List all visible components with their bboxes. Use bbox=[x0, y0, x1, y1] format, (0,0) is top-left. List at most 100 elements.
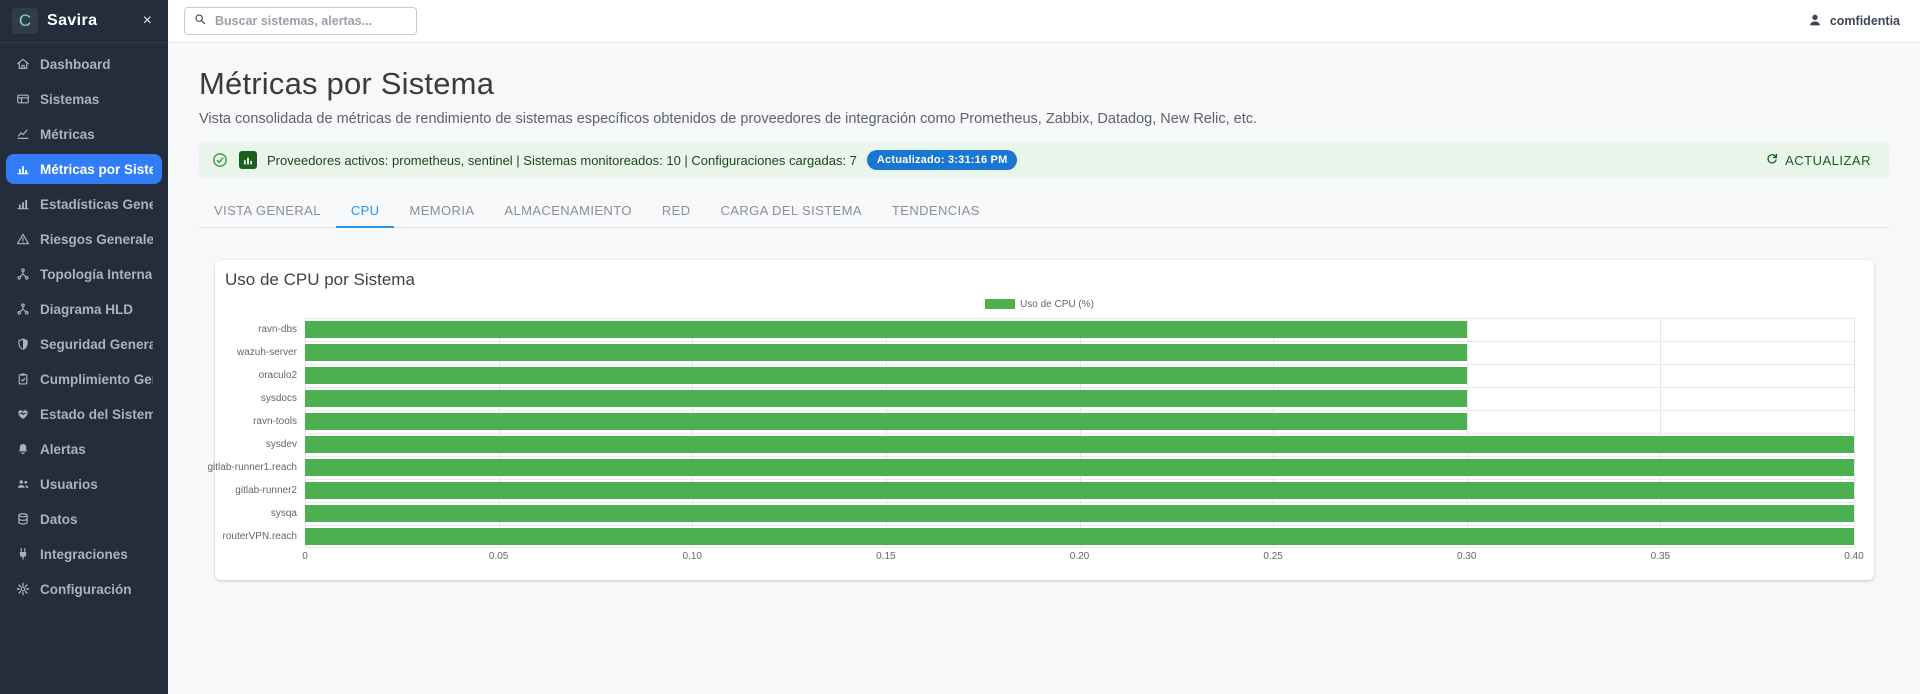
y-axis-labels: ravn-dbswazuh-serveroraculo2sysdocsravn-… bbox=[225, 318, 305, 548]
user-menu[interactable]: comfidentia bbox=[1807, 12, 1900, 31]
bar bbox=[305, 528, 1854, 545]
systems-icon bbox=[15, 92, 31, 106]
plug-icon bbox=[15, 547, 31, 561]
sidebar-item-label: Cumplimiento General bbox=[40, 372, 153, 387]
sidebar-item-sistemas[interactable]: Sistemas bbox=[6, 84, 162, 114]
refresh-button-label: ACTUALIZAR bbox=[1785, 153, 1871, 168]
sidebar-item-metricas[interactable]: Métricas bbox=[6, 119, 162, 149]
page-title: Métricas por Sistema bbox=[199, 66, 1889, 102]
sidebar-item-metricas-por-sistema[interactable]: Métricas por Sistema bbox=[6, 154, 162, 184]
sidebar-item-seguridad-general[interactable]: Seguridad General bbox=[6, 329, 162, 359]
home-icon bbox=[15, 57, 31, 71]
x-axis-tick: 0.40 bbox=[1844, 551, 1863, 562]
sidebar: C Savira × Dashboard Sistemas Métricas Métr… bbox=[0, 0, 168, 694]
refresh-button[interactable]: ACTUALIZAR bbox=[1759, 151, 1877, 170]
x-axis-tick: 0.25 bbox=[1263, 551, 1282, 562]
brand-name: Savira bbox=[47, 12, 130, 30]
sidebar-item-label: Métricas por Sistema bbox=[40, 162, 153, 177]
user-icon bbox=[1807, 12, 1823, 31]
gridline-horizontal bbox=[305, 456, 1854, 457]
bar bbox=[305, 367, 1467, 384]
clipboard-icon bbox=[15, 372, 31, 386]
tab-memoria[interactable]: MEMORIA bbox=[394, 194, 489, 228]
bar bbox=[305, 321, 1467, 338]
sidebar-item-cumplimiento-general[interactable]: Cumplimiento General bbox=[6, 364, 162, 394]
tab-vista-general[interactable]: VISTA GENERAL bbox=[199, 194, 336, 228]
users-icon bbox=[15, 477, 31, 491]
sidebar-item-label: Dashboard bbox=[40, 57, 111, 72]
sidebar-item-label: Sistemas bbox=[40, 92, 99, 107]
y-axis-label: ravn-dbs bbox=[225, 318, 305, 341]
user-name: comfidentia bbox=[1830, 14, 1900, 28]
status-bar: Proveedores activos: prometheus, sentine… bbox=[199, 142, 1889, 178]
sidebar-item-estadisticas-generales[interactable]: Estadísticas Generales bbox=[6, 189, 162, 219]
x-axis-tick: 0.15 bbox=[876, 551, 895, 562]
bell-icon bbox=[15, 442, 31, 456]
bar bbox=[305, 413, 1467, 430]
sidebar-item-label: Diagrama HLD bbox=[40, 302, 133, 317]
bar bbox=[305, 482, 1854, 499]
bar bbox=[305, 459, 1854, 476]
chart-area: ravn-dbswazuh-serveroraculo2sysdocsravn-… bbox=[225, 318, 1854, 548]
gridline-horizontal bbox=[305, 318, 1854, 319]
search-icon bbox=[193, 12, 207, 31]
sidebar-item-diagrama-hld[interactable]: Diagrama HLD bbox=[6, 294, 162, 324]
gridline-horizontal bbox=[305, 341, 1854, 342]
x-axis-tick: 0.30 bbox=[1457, 551, 1476, 562]
sidebar-item-label: Riesgos Generales bbox=[40, 232, 153, 247]
sidebar-item-label: Usuarios bbox=[40, 477, 98, 492]
y-axis-label: oraculo2 bbox=[225, 364, 305, 387]
sidebar-item-estado-del-sistema[interactable]: Estado del Sistema bbox=[6, 399, 162, 429]
sidebar-item-configuracion[interactable]: Configuración bbox=[6, 574, 162, 604]
sidebar-item-dashboard[interactable]: Dashboard bbox=[6, 49, 162, 79]
sidebar-item-alertas[interactable]: Alertas bbox=[6, 434, 162, 464]
y-axis-label: routerVPN.reach bbox=[225, 525, 305, 548]
shield-icon bbox=[15, 337, 31, 351]
gridline-horizontal bbox=[305, 433, 1854, 434]
gridline-horizontal bbox=[305, 479, 1854, 480]
sidebar-item-label: Seguridad General bbox=[40, 337, 153, 352]
tabs-bar: VISTA GENERALCPUMEMORIAALMACENAMIENTORED… bbox=[199, 194, 1889, 228]
sidebar-item-label: Estado del Sistema bbox=[40, 407, 153, 422]
bar bbox=[305, 505, 1854, 522]
search-input[interactable] bbox=[213, 13, 408, 29]
chart-card: Uso de CPU por Sistema Uso de CPU (%) ra… bbox=[215, 260, 1874, 580]
y-axis-label: gitlab-runner1.reach bbox=[225, 456, 305, 479]
search-box bbox=[184, 7, 417, 35]
gridline-horizontal bbox=[305, 410, 1854, 411]
sidebar-item-riesgos-generales[interactable]: Riesgos Generales bbox=[6, 224, 162, 254]
gridline-horizontal bbox=[305, 525, 1854, 526]
brand-logo-icon: C bbox=[12, 8, 38, 34]
sidebar-item-integraciones[interactable]: Integraciones bbox=[6, 539, 162, 569]
tab-almacenamiento[interactable]: ALMACENAMIENTO bbox=[489, 194, 646, 228]
updated-badge: Actualizado: 3:31:16 PM bbox=[867, 150, 1018, 170]
sidebar-item-usuarios[interactable]: Usuarios bbox=[6, 469, 162, 499]
legend-label: Uso de CPU (%) bbox=[1020, 299, 1094, 310]
sidebar-item-topologia-interna[interactable]: Topología Interna bbox=[6, 259, 162, 289]
y-axis-label: sysqa bbox=[225, 502, 305, 525]
gridline-horizontal bbox=[305, 364, 1854, 365]
chart-title: Uso de CPU por Sistema bbox=[225, 270, 1854, 290]
gridline-vertical bbox=[1854, 318, 1855, 548]
tab-cpu[interactable]: CPU bbox=[336, 194, 395, 228]
close-icon[interactable]: × bbox=[139, 11, 156, 31]
tab-tendencias[interactable]: TENDENCIAS bbox=[877, 194, 995, 228]
sidebar-item-label: Datos bbox=[40, 512, 78, 527]
sidebar-item-label: Métricas bbox=[40, 127, 95, 142]
sidebar-item-label: Alertas bbox=[40, 442, 86, 457]
tab-carga-del-sistema[interactable]: CARGA DEL SISTEMA bbox=[706, 194, 877, 228]
tab-red[interactable]: RED bbox=[647, 194, 706, 228]
bar-chart-icon bbox=[15, 162, 31, 176]
gridline-horizontal bbox=[305, 387, 1854, 388]
sidebar-item-datos[interactable]: Datos bbox=[6, 504, 162, 534]
gear-icon bbox=[15, 582, 31, 596]
x-axis-tick: 0 bbox=[302, 551, 308, 562]
y-axis-label: ravn-tools bbox=[225, 410, 305, 433]
chart-plot bbox=[305, 318, 1854, 548]
main-content: Métricas por Sistema Vista consolidada d… bbox=[168, 43, 1920, 694]
y-axis-label: wazuh-server bbox=[225, 341, 305, 364]
topbar: comfidentia bbox=[168, 0, 1920, 43]
topology-icon bbox=[15, 267, 31, 281]
y-axis-label: gitlab-runner2 bbox=[225, 479, 305, 502]
bar bbox=[305, 390, 1467, 407]
